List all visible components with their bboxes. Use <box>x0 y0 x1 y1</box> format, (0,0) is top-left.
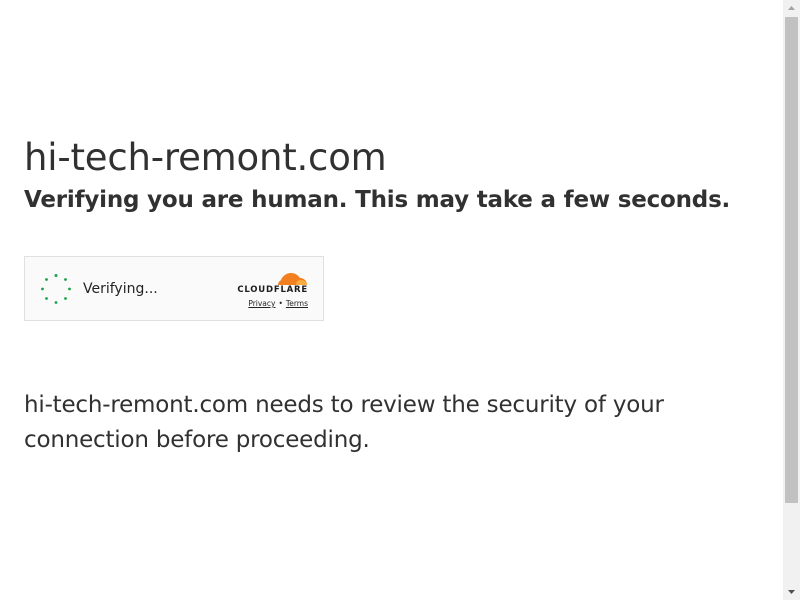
privacy-link[interactable]: Privacy <box>248 299 275 308</box>
loading-spinner-icon <box>40 273 72 305</box>
verification-subtitle: Verifying you are human. This may take a… <box>24 187 731 213</box>
scroll-down-arrow-icon[interactable] <box>783 583 800 600</box>
turnstile-widget[interactable]: Verifying... CLOUDFLARE Privacy • Terms <box>24 256 324 321</box>
scrollbar-thumb[interactable] <box>785 17 798 503</box>
verifying-status-label: Verifying... <box>83 281 158 297</box>
cloudflare-wordmark: CLOUDFLARE <box>237 285 308 295</box>
page-title: hi-tech-remont.com <box>24 136 387 179</box>
spinner-dots <box>41 274 71 304</box>
cloudflare-branding: CLOUDFLARE Privacy • Terms <box>228 267 308 311</box>
scroll-up-arrow-icon[interactable] <box>783 0 800 17</box>
link-separator: • <box>278 299 283 308</box>
vertical-scrollbar[interactable] <box>783 0 800 600</box>
challenge-page: hi-tech-remont.com Verifying you are hum… <box>0 0 783 600</box>
terms-link[interactable]: Terms <box>286 299 308 308</box>
brand-links: Privacy • Terms <box>248 299 308 308</box>
main-content: hi-tech-remont.com Verifying you are hum… <box>24 132 764 453</box>
security-review-message: hi-tech-remont.com needs to review the s… <box>24 392 664 453</box>
